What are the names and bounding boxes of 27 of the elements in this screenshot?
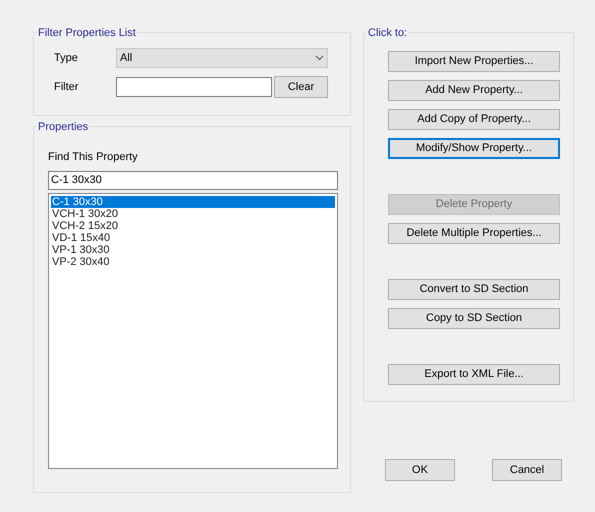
property-list[interactable]: C-1 30x30 VCH-1 30x20 VCH-2 15x20 VD-1 15x40 VP-1 30x30 VP-2 30x40 bbox=[48, 192, 338, 468]
list-item[interactable]: VD-1 15x40 bbox=[51, 232, 335, 244]
action-button[interactable]: Import New Properties... bbox=[388, 51, 560, 72]
list-item[interactable]: VCH-2 15x20 bbox=[51, 220, 335, 232]
list-item[interactable]: VP-2 30x40 bbox=[51, 256, 335, 268]
action-button[interactable]: Convert to SD Section bbox=[388, 279, 560, 300]
ok-button[interactable]: OK bbox=[385, 459, 455, 481]
action-button[interactable]: Modify/Show Property... bbox=[388, 138, 560, 159]
action-button[interactable]: Delete Multiple Properties... bbox=[388, 223, 560, 244]
find-label: Find This Property bbox=[48, 150, 139, 165]
list-item[interactable]: VCH-1 30x20 bbox=[51, 208, 335, 220]
action-button[interactable]: Add New Property... bbox=[388, 80, 560, 101]
type-dropdown[interactable]: All bbox=[116, 48, 328, 68]
type-label: Type bbox=[53, 50, 79, 66]
clear-button[interactable]: Clear bbox=[274, 76, 328, 98]
group-title: Filter Properties List bbox=[37, 25, 137, 42]
cancel-button[interactable]: Cancel bbox=[492, 459, 562, 481]
chevron-down-icon bbox=[315, 55, 324, 61]
action-button[interactable]: Export to XML File... bbox=[388, 364, 560, 385]
list-item[interactable]: VP-1 30x30 bbox=[51, 244, 335, 256]
find-field[interactable]: C-1 30x30 bbox=[48, 170, 338, 190]
filter-label: Filter bbox=[53, 80, 80, 95]
list-item[interactable]: C-1 30x30 bbox=[51, 196, 335, 208]
filter-field[interactable] bbox=[116, 77, 272, 97]
group-title: Properties bbox=[37, 119, 90, 136]
action-button[interactable]: Copy to SD Section bbox=[388, 308, 560, 329]
action-button[interactable]: Add Copy of Property... bbox=[388, 109, 560, 130]
